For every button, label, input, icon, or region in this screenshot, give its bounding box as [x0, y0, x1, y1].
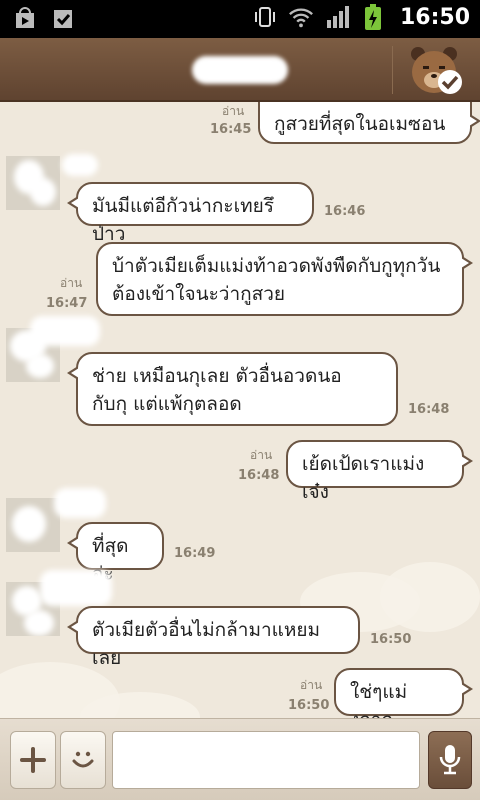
message-time: 16:47	[46, 296, 88, 311]
contact-name-redacted	[192, 56, 288, 84]
message-time: 16:49	[174, 546, 216, 561]
outgoing-message-bubble[interactable]: บ้าตัวเมียเต็มแม่งท้าอวดพังพืดกับกูทุกวั…	[96, 242, 473, 316]
sender-name-redacted	[62, 154, 98, 176]
battery-charging-icon	[360, 4, 386, 30]
check-shield-icon	[50, 6, 76, 32]
read-receipt: อ่าน	[300, 678, 323, 692]
outgoing-message-bubble[interactable]: ใช่ๆแม่งกาก	[334, 668, 473, 718]
chat-message-list[interactable]: อ่าน 16:45 กูสวยที่สุดในอเมซอน มันมีแต่อ…	[0, 102, 480, 718]
vibrate-icon	[252, 4, 278, 30]
avatar[interactable]	[6, 498, 60, 552]
avatar[interactable]	[6, 156, 60, 210]
microphone-icon	[439, 745, 461, 775]
sticker-button[interactable]	[60, 731, 106, 789]
header-divider	[392, 46, 393, 94]
incoming-message-bubble[interactable]: ที่สุดอ่ะ	[67, 522, 164, 585]
incoming-message-bubble[interactable]: ตัวเมียตัวอื่นไม่กล้ามาแหยมเลย	[67, 606, 360, 669]
message-text-line: กับกุ แต่แพ้กุตลอด	[92, 393, 242, 415]
wifi-icon	[288, 4, 314, 30]
message-time: 16:46	[324, 204, 366, 219]
add-button[interactable]	[10, 731, 56, 789]
bear-check-button[interactable]	[404, 44, 466, 98]
plus-icon	[20, 747, 46, 773]
sender-name-redacted	[30, 316, 100, 346]
play-store-icon	[12, 6, 38, 32]
sender-name-redacted	[40, 570, 112, 606]
message-time: 16:50	[370, 632, 412, 647]
voice-record-button[interactable]	[428, 731, 472, 789]
message-input-bar	[0, 718, 480, 800]
read-receipt: อ่าน	[250, 448, 273, 462]
read-receipt: อ่าน	[222, 104, 245, 118]
outgoing-message-bubble[interactable]: กูสวยที่สุดในอเมซอน	[258, 102, 480, 144]
message-text-line: ต้องเข้าใจนะว่ากูสวย	[112, 283, 286, 305]
message-text: กูสวยที่สุดในอเมซอน	[274, 113, 446, 135]
read-receipt: อ่าน	[60, 276, 83, 290]
message-time: 16:48	[408, 402, 450, 417]
message-time: 16:48	[238, 468, 280, 483]
bear-check-icon	[411, 47, 462, 94]
message-time: 16:45	[210, 122, 252, 137]
status-bar: 16:50	[0, 0, 480, 38]
incoming-message-bubble[interactable]: มันมีแต่อีกัวน่ากะเทยรึป่าว	[67, 182, 314, 245]
outgoing-message-bubble[interactable]: เย้ดเป้ดเราแม่งเจ๋ง	[286, 440, 473, 503]
smiley-icon	[72, 751, 94, 768]
chat-header	[0, 38, 480, 102]
signal-icon	[324, 4, 350, 30]
message-text: ตัวเมียตัวอื่นไม่กล้ามาแหยมเลย	[92, 619, 321, 669]
incoming-message-bubble[interactable]: ช่าย เหมือนกุเลย ตัวอื่นอวดนอ กับกุ แต่แ…	[67, 352, 398, 426]
message-text: มันมีแต่อีกัวน่ากะเทยรึป่าว	[92, 195, 274, 245]
message-text-line: ช่าย เหมือนกุเลย ตัวอื่นอวดนอ	[92, 365, 342, 387]
message-text: เย้ดเป้ดเราแม่งเจ๋ง	[302, 453, 425, 503]
message-text: ใช่ๆแม่งกาก	[350, 681, 408, 718]
message-input[interactable]	[112, 731, 420, 789]
clock: 16:50	[399, 4, 470, 30]
message-text-line: บ้าตัวเมียเต็มแม่งท้าอวดพังพืดกับกูทุกวั…	[112, 255, 441, 277]
background-cloud	[380, 562, 480, 632]
sender-name-redacted	[54, 488, 106, 518]
message-time: 16:50	[288, 698, 330, 713]
